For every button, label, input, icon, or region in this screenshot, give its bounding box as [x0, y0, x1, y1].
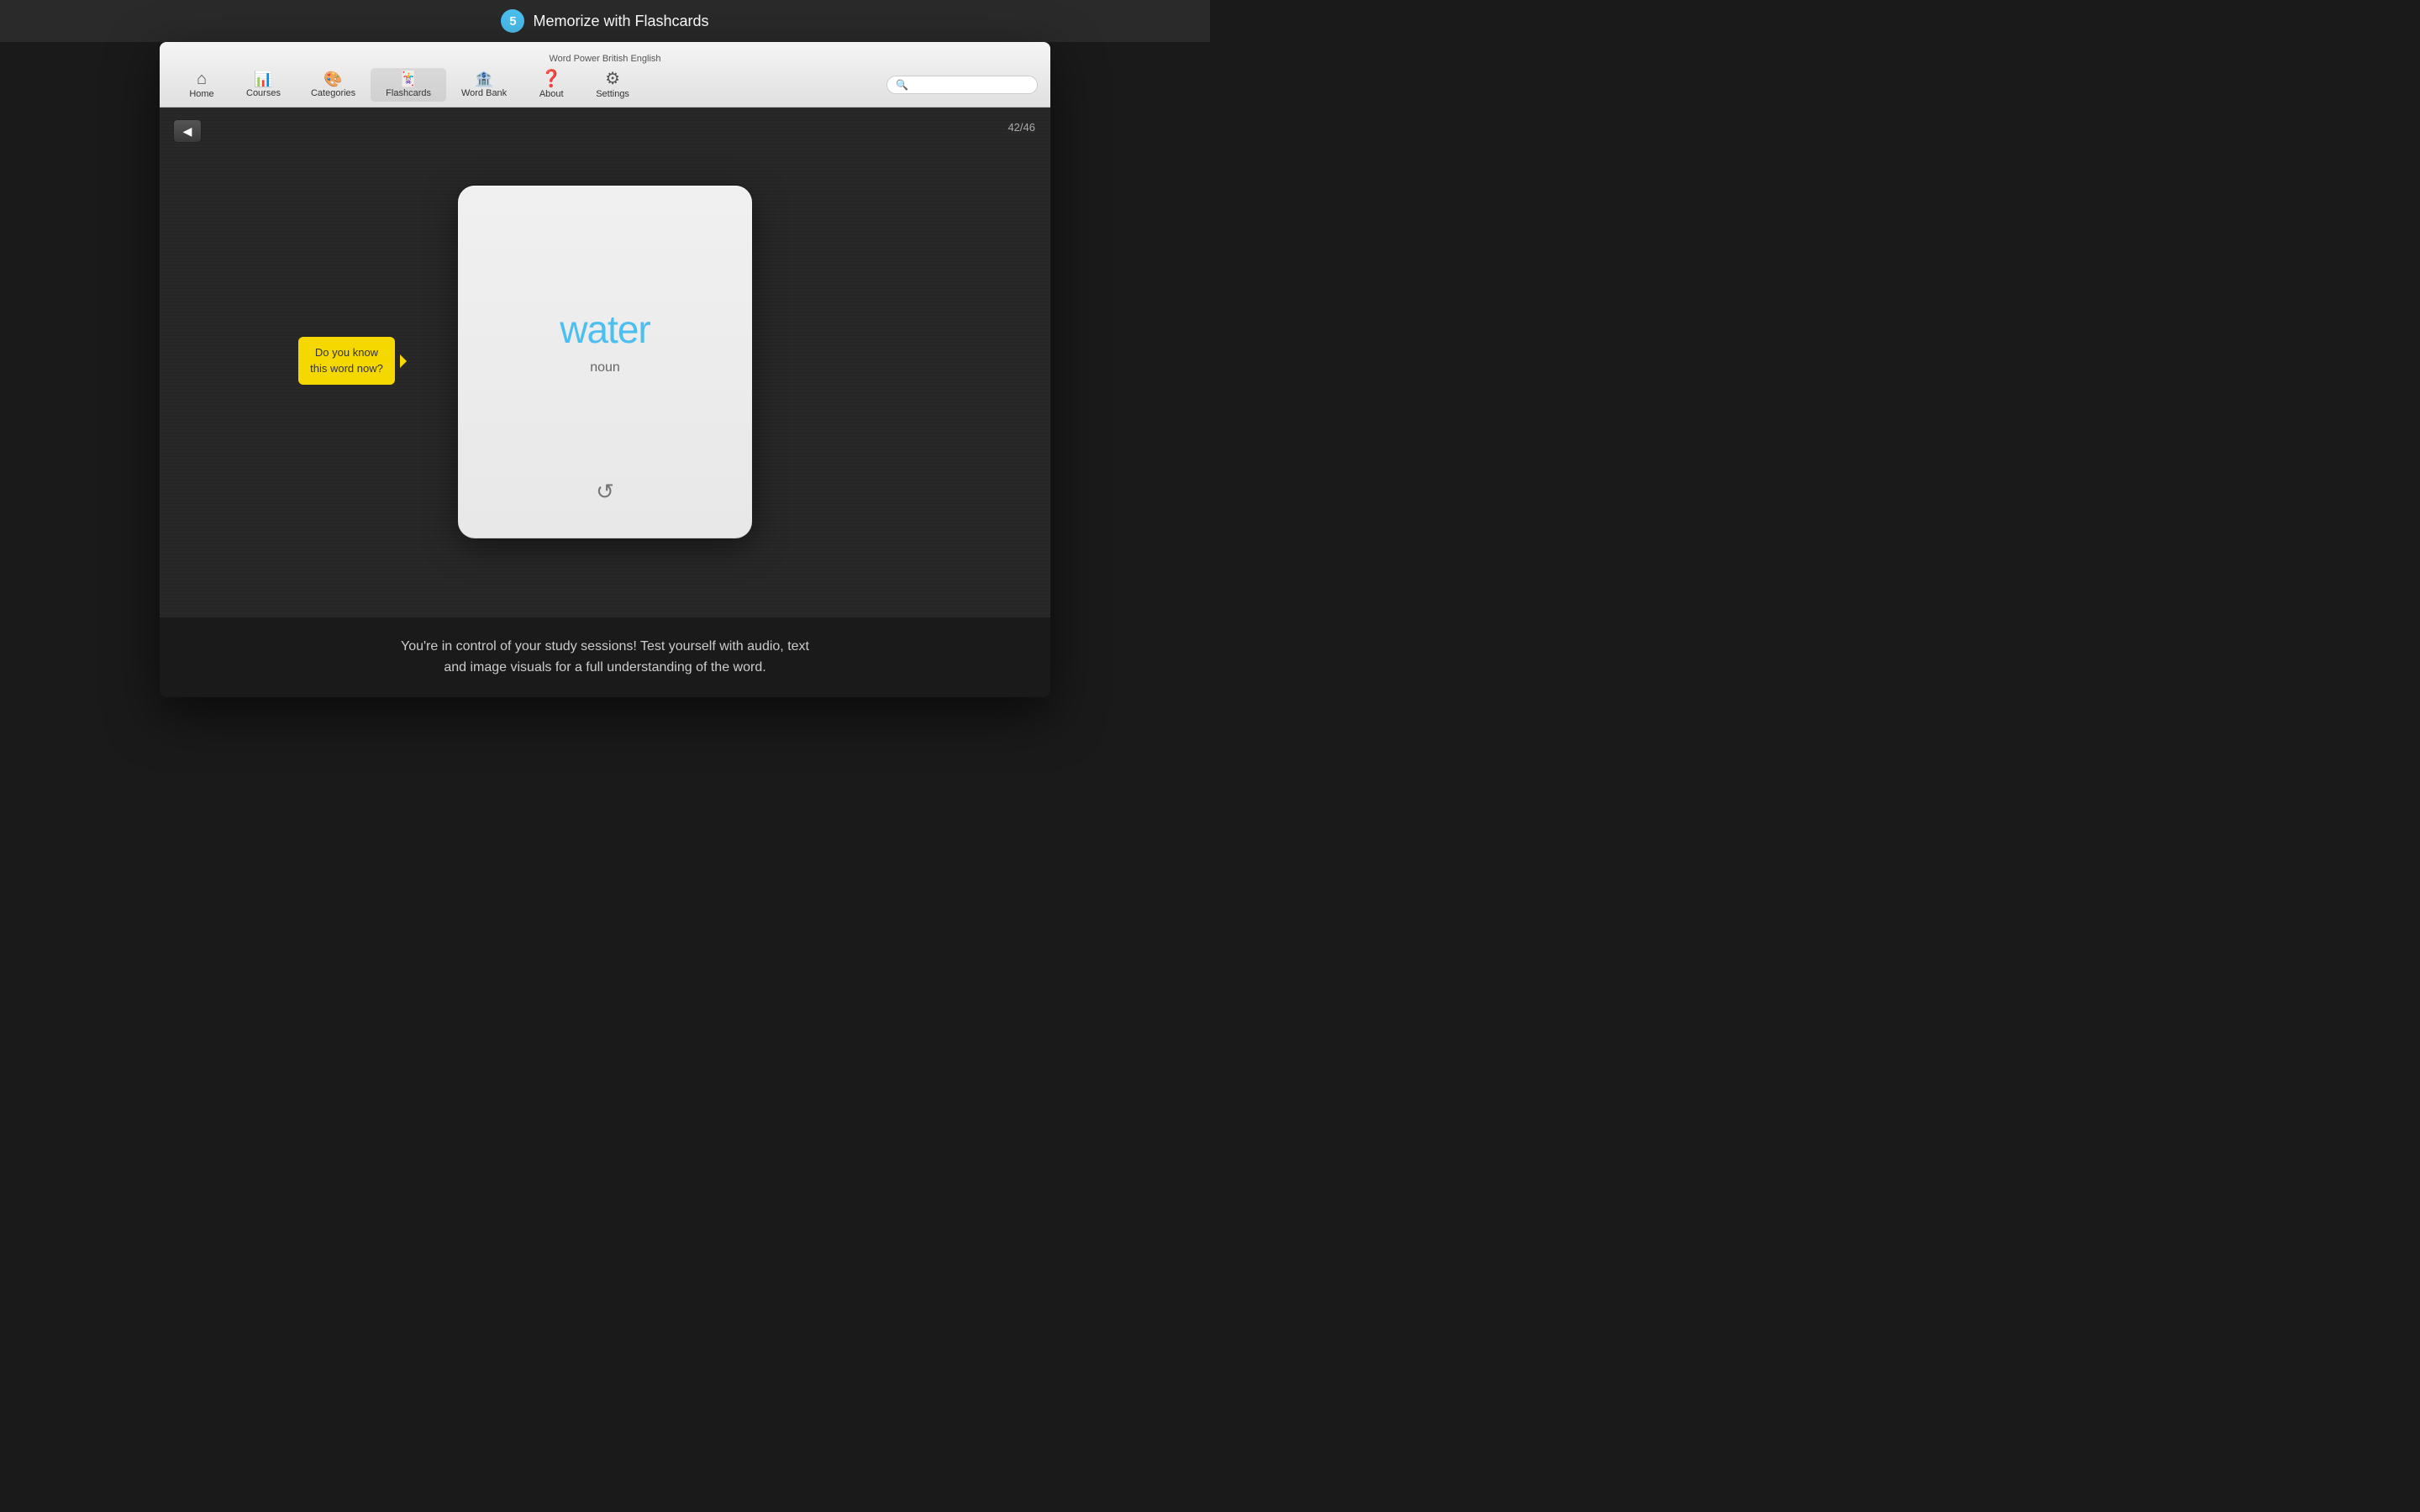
- search-icon: 🔍: [896, 79, 908, 91]
- nav-flashcards-label: Flashcards: [386, 88, 431, 98]
- card-word: water: [560, 307, 650, 352]
- search-bar[interactable]: 🔍: [886, 76, 1038, 94]
- nav-categories[interactable]: 🎨 Categories: [296, 68, 371, 102]
- toolbar-items: ⌂ Home 📊 Courses 🎨 Categories 🃏 Flashcar…: [168, 67, 1042, 107]
- categories-icon: 🎨: [324, 71, 342, 87]
- nav-wordbank-label: Word Bank: [461, 88, 507, 98]
- back-arrow-icon: ◀: [183, 124, 192, 139]
- progress-counter: 42/46: [1007, 121, 1035, 134]
- main-window: Word Power British English ⌂ Home 📊 Cour…: [160, 42, 1050, 697]
- flashcards-icon: 🃏: [399, 71, 418, 87]
- nav-courses-label: Courses: [246, 88, 281, 98]
- card-part-of-speech: noun: [590, 360, 620, 375]
- nav-home[interactable]: ⌂ Home: [172, 67, 231, 102]
- courses-icon: 📊: [254, 71, 272, 87]
- nav-home-label: Home: [189, 89, 213, 99]
- search-input[interactable]: [913, 79, 1030, 91]
- nav-courses[interactable]: 📊 Courses: [231, 68, 296, 102]
- about-icon: ❓: [541, 71, 562, 87]
- footer-text: You're in control of your study sessions…: [401, 639, 809, 675]
- window-title: Word Power British English: [168, 49, 1042, 64]
- app-title: Memorize with Flashcards: [533, 13, 708, 30]
- nav-about[interactable]: ❓ About: [522, 67, 581, 102]
- flashcard[interactable]: water noun ↺: [458, 186, 752, 538]
- flip-icon[interactable]: ↺: [596, 479, 614, 505]
- nav-flashcards[interactable]: 🃏 Flashcards: [371, 68, 446, 102]
- content-area: ◀ 42/46 Do you know this word now? water…: [160, 108, 1050, 617]
- badge-number: 5: [509, 14, 516, 29]
- title-bar: 5 Memorize with Flashcards: [0, 0, 1210, 42]
- nav-categories-label: Categories: [311, 88, 355, 98]
- tooltip-bubble: Do you know this word now?: [298, 337, 395, 384]
- settings-icon: ⚙: [605, 71, 620, 87]
- home-icon: ⌂: [197, 71, 207, 87]
- back-button[interactable]: ◀: [173, 119, 202, 143]
- tooltip-text: Do you know this word now?: [310, 346, 383, 374]
- app-badge: 5: [501, 9, 524, 33]
- toolbar: Word Power British English ⌂ Home 📊 Cour…: [160, 42, 1050, 108]
- nav-about-label: About: [539, 89, 564, 99]
- nav-settings-label: Settings: [596, 89, 629, 99]
- toolbar-nav: ⌂ Home 📊 Courses 🎨 Categories 🃏 Flashcar…: [172, 67, 886, 102]
- nav-settings[interactable]: ⚙ Settings: [581, 67, 644, 102]
- nav-wordbank[interactable]: 🏦 Word Bank: [446, 68, 522, 102]
- footer-description: You're in control of your study sessions…: [160, 617, 1050, 697]
- wordbank-icon: 🏦: [475, 71, 493, 87]
